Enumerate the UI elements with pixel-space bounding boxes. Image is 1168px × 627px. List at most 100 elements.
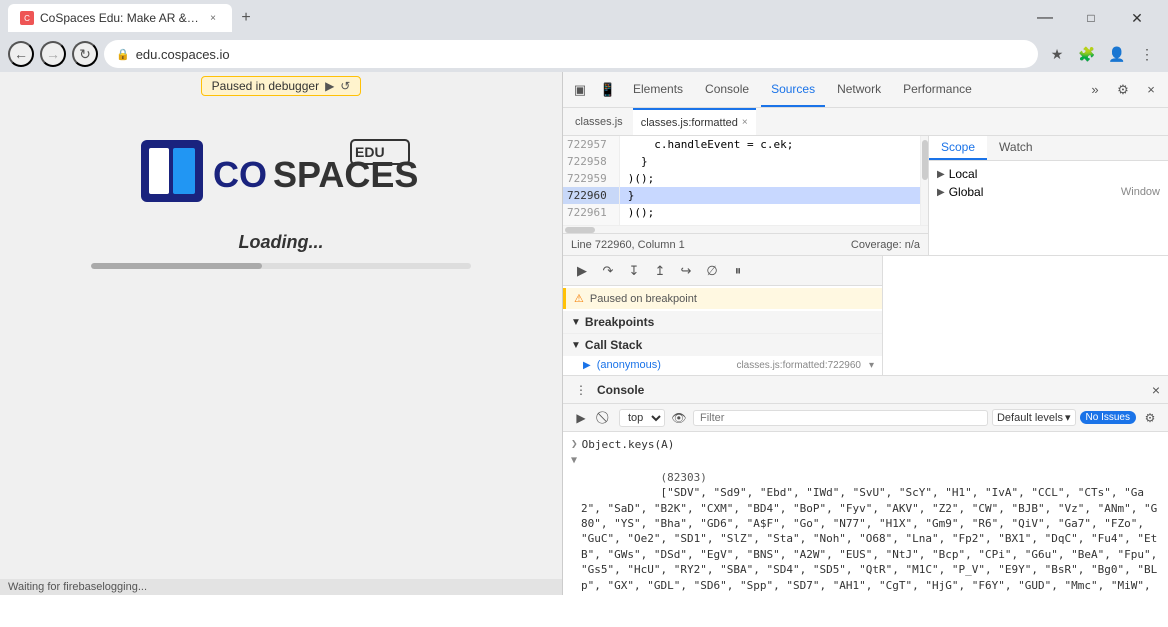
console-prompt: ❯ [571,437,578,450]
tab-watch[interactable]: Watch [987,136,1045,160]
devtools-source-body: 722957 722958 722959 722960 [563,136,1168,255]
code-status-bar: Line 722960, Column 1 Coverage: n/a [563,233,928,255]
callstack-header[interactable]: ▼ Call Stack [563,334,882,356]
coverage-display: Coverage: n/a [851,239,920,251]
devtools-inspect-btn[interactable]: ▣ [567,77,593,103]
browser-window: C CoSpaces Edu: Make AR & V... × + — □ ✕… [0,0,1168,72]
devtools-device-btn[interactable]: 📱 [595,77,621,103]
svg-text:CO: CO [213,154,267,195]
source-tabs-row: classes.js classes.js:formatted × [563,108,1168,136]
title-bar: C CoSpaces Edu: Make AR & V... × + — □ ✕ [0,0,1168,36]
callstack-icon: ▶ [583,360,591,371]
callstack-fn: (anonymous) [597,359,661,371]
h-scrollbar[interactable] [563,225,928,233]
tab-console[interactable]: Console [695,72,759,107]
close-formatted-tab[interactable]: × [742,117,748,128]
code-rows-area: 722957 722958 722959 722960 [563,136,928,225]
paused-banner: Paused in debugger ▶ ↺ [0,72,562,100]
tab-favicon: C [20,11,34,25]
devtools-more-btn[interactable]: » [1082,77,1108,103]
console-context-select[interactable]: top [619,409,665,427]
loading-text: Loading... [239,232,324,253]
scope-global-arrow: ▶ [937,187,945,198]
console-eye-btn[interactable]: 👁 [669,408,689,428]
code-line-722958: } [620,153,920,170]
line-num-722962: 722962 [563,221,619,225]
close-button[interactable]: ✕ [1114,3,1160,33]
callstack-loc: classes.js:formatted:722960 [736,360,861,371]
code-line-722962 [620,221,920,225]
callstack-section: ▼ Call Stack ▶ (anonymous) classes.js:fo… [563,334,882,374]
deactivate-btn[interactable]: ∅ [701,260,723,282]
menu-icon[interactable]: ⋮ [1134,41,1160,67]
new-tab-button[interactable]: + [232,4,260,32]
reload-button[interactable]: ↻ [72,41,98,67]
url-box[interactable]: 🔒 edu.cospaces.io [104,40,1038,68]
no-issues-badge: No Issues [1080,411,1136,424]
code-editor: 722957 722958 722959 722960 [563,136,928,255]
devtools-body: classes.js classes.js:formatted × 72 [563,108,1168,375]
console-dots-icon[interactable]: ⋮ [571,380,591,400]
vertical-scrollbar[interactable] [920,136,928,225]
breakpoints-header[interactable]: ▼ Breakpoints [563,311,882,333]
console-section: ⋮ Console × ▶ ⃠ top 👁 Default levels ▾ N… [563,375,1168,595]
window-controls: — □ ✕ [1022,3,1160,33]
warning-icon: ⚠ [574,292,584,305]
paused-notice: ⚠ Paused on breakpoint [563,288,882,309]
pause-btn[interactable]: ⏸ [727,260,749,282]
forward-button[interactable]: → [40,41,66,67]
play-debug-btn[interactable]: ▶ [325,79,334,93]
console-line-output: ▼ (82303) ["SDV", "Sd9", "Ebd", "IWd", "… [563,453,1168,595]
file-tab-classes[interactable]: classes.js [567,108,631,135]
devtools-tabbar: ▣ 📱 Elements Console Sources Network Per… [563,72,1168,108]
maximize-button[interactable]: □ [1068,3,1114,33]
back-button[interactable]: ← [8,41,34,67]
paused-label: Paused in debugger [212,79,319,93]
tab-close-btn[interactable]: × [206,11,220,25]
scope-local-arrow: ▶ [937,169,945,180]
scope-global[interactable]: ▶ Global Window [929,183,1168,201]
cospaces-logo: CO SPACES EDU [141,135,421,210]
tab-performance[interactable]: Performance [893,72,982,107]
console-header: ⋮ Console × [563,376,1168,404]
console-level-select[interactable]: Default levels ▾ [992,409,1076,426]
file-tab-classes-formatted[interactable]: classes.js:formatted × [633,108,756,135]
debugger-row: ▶ ↷ ↧ ↥ ↪ ∅ ⏸ ⚠ Paused on breakpoint [563,255,1168,375]
h-scroll-thumb[interactable] [565,227,595,233]
console-clear-btn[interactable]: ⃠ [595,408,615,428]
bookmark-icon[interactable]: ★ [1044,41,1070,67]
extension-icon[interactable]: 🧩 [1074,41,1100,67]
scope-local[interactable]: ▶ Local [929,165,1168,183]
code-line-722960: } [620,187,920,204]
debugger-left-panel: ▶ ↷ ↧ ↥ ↪ ∅ ⏸ ⚠ Paused on breakpoint [563,256,883,375]
console-count: (82303) [661,471,707,484]
devtools-close-btn[interactable]: × [1138,77,1164,103]
callstack-item-anon[interactable]: ▶ (anonymous) classes.js:formatted:72296… [563,356,882,374]
tab-scope[interactable]: Scope [929,136,987,160]
active-tab[interactable]: C CoSpaces Edu: Make AR & V... × [8,4,232,32]
paused-notice-label: Paused on breakpoint [590,293,697,305]
tab-network[interactable]: Network [827,72,891,107]
loading-bar [91,263,262,269]
step-out-btn[interactable]: ↥ [649,260,671,282]
console-expand-arrow[interactable]: ▼ [571,455,577,466]
console-settings-btn[interactable]: ⚙ [1140,408,1160,428]
status-text: Waiting for firebaselogging... [8,581,147,593]
step-into-btn[interactable]: ↧ [623,260,645,282]
minimize-button[interactable]: — [1022,3,1068,33]
resume-btn[interactable]: ▶ [571,260,593,282]
tab-sources[interactable]: Sources [761,72,825,107]
line-num-722959: 722959 [563,170,619,187]
console-close-btn[interactable]: × [1152,382,1160,398]
resume-debug-btn[interactable]: ↺ [340,79,350,93]
devtools-settings-btn[interactable]: ⚙ [1110,77,1136,103]
scroll-thumb[interactable] [922,140,928,180]
step-btn[interactable]: ↪ [675,260,697,282]
scope-extend [883,256,1168,375]
console-input-text: Object.keys(A) [582,437,675,452]
tab-elements[interactable]: Elements [623,72,693,107]
step-over-btn[interactable]: ↷ [597,260,619,282]
console-filter-input[interactable] [693,410,988,426]
console-play-btn[interactable]: ▶ [571,408,591,428]
profile-icon[interactable]: 👤 [1104,41,1130,67]
